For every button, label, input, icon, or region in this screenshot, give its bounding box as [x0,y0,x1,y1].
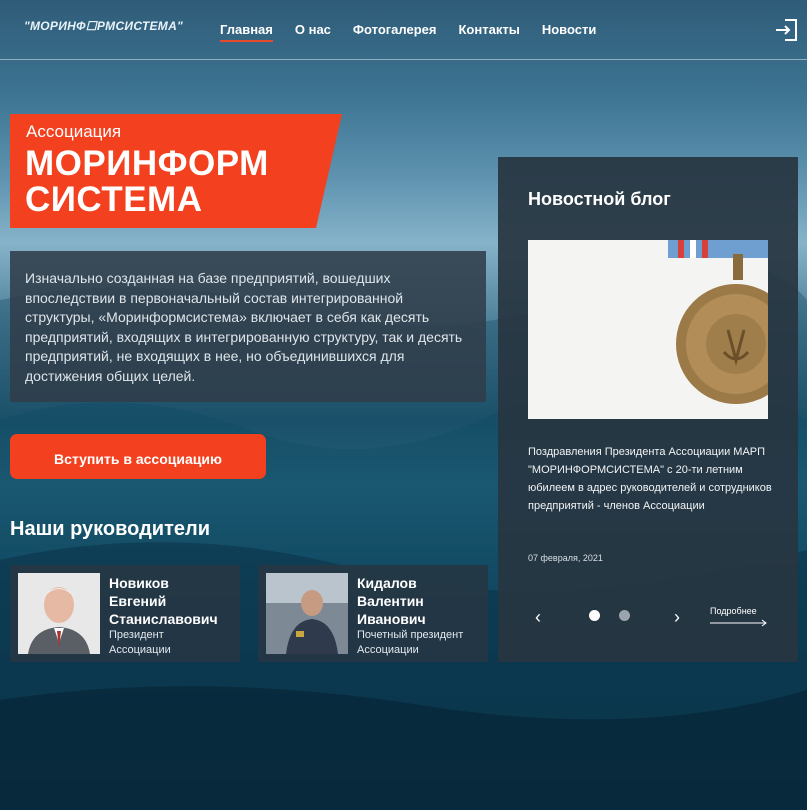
leader-photo-novikov [18,573,100,654]
blog-title: Новостной блог [528,189,671,209]
site-logo[interactable]: "МОРИНФ☐РМСИСТЕМА" [24,19,183,33]
blog-post-text[interactable]: Поздравления Президента Ассоциации МАРП … [528,443,773,515]
leader-name-line: Новиков [109,575,169,591]
leaders-heading: Наши руководители [10,518,211,540]
leader-name-line: Кидалов [357,575,417,591]
slider-dot[interactable] [619,610,630,621]
hero-title-line2: СИСТЕМА [25,180,203,219]
leader-name-line: Иванович [357,611,426,627]
hero-title-block: Ассоциация МОРИНФОРМ СИСТЕМА [10,114,342,228]
blog-post-image[interactable] [528,240,768,419]
leader-name: Кидалов Валентин Иванович [357,574,426,628]
leader-name-line: Евгений [109,593,167,609]
leader-name: Новиков Евгений Станиславович [109,574,218,628]
nav-news[interactable]: Новости [542,22,597,42]
nav-contacts[interactable]: Контакты [459,22,520,42]
chevron-left-icon[interactable]: ‹ [535,607,541,628]
arrow-right-icon[interactable] [710,619,768,627]
nav-about[interactable]: О нас [295,22,331,42]
leader-role: Почетный президент Ассоциации [357,628,463,658]
leader-photo-kidalov [266,573,348,654]
join-association-button[interactable]: Вступить в ассоциацию [10,434,266,479]
leader-role: Президент Ассоциации [109,628,171,658]
site-header: "МОРИНФ☐РМСИСТЕМА" Главная О нас Фотогал… [0,0,807,60]
blog-post-date: 07 февраля, 2021 [528,553,603,563]
leader-card[interactable]: Кидалов Валентин Иванович Почетный прези… [258,565,488,662]
main-nav: Главная О нас Фотогалерея Контакты Новос… [220,22,618,42]
read-more-link[interactable]: Подробнее [710,606,757,616]
leader-role-line: Почетный президент [357,629,464,641]
hero-subtitle: Ассоциация [26,122,122,141]
hero-description: Изначально созданная на базе предприятий… [10,251,486,402]
hero-title: МОРИНФОРМ СИСТЕМА [25,146,269,218]
leader-role-line: Ассоциации [109,644,171,656]
login-icon[interactable] [773,17,799,43]
nav-home[interactable]: Главная [220,22,273,42]
leader-role-line: Ассоциации [357,644,419,656]
leader-card[interactable]: Новиков Евгений Станиславович Президент … [10,565,240,662]
hero-title-line1: МОРИНФОРМ [25,144,269,183]
nav-gallery[interactable]: Фотогалерея [353,22,437,42]
news-blog-panel: Новостной блог Поздравления Президента А… [498,157,798,662]
leader-role-line: Президент [109,629,164,641]
leader-name-line: Валентин [357,593,424,609]
chevron-right-icon[interactable]: › [674,607,680,628]
slider-dot-active[interactable] [589,610,600,621]
leader-name-line: Станиславович [109,611,218,627]
